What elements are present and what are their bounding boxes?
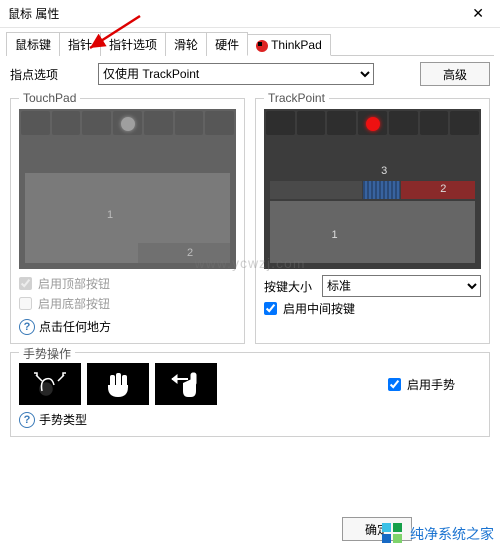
trackpoint-preview: 3 1 2 [264,109,481,269]
dialog-footer: 确定 取消 [0,517,500,541]
window-title: 鼠标 属性 [8,5,464,22]
pointing-option-label: 指点选项 [10,66,90,83]
touchpad-preview: 1 2 [19,109,236,269]
tab-wheel[interactable]: 滑轮 [165,32,207,56]
gesture-pinch-icon [19,363,81,405]
button-size-dropdown[interactable]: 标准 [322,275,481,297]
advanced-button[interactable]: 高级 [420,62,490,86]
pointing-option-dropdown[interactable]: 仅使用 TrackPoint [98,63,374,85]
enable-bottom-buttons-checkbox: 启用底部按钮 [19,295,236,312]
ok-button[interactable]: 确定 [342,517,412,541]
enable-top-buttons-checkbox: 启用顶部按钮 [19,275,236,292]
trackpoint-nub-disabled-icon [121,117,135,131]
tab-strip: 鼠标键 指针 指针选项 滑轮 硬件 ThinkPad [0,28,500,56]
close-icon[interactable]: ✕ [464,5,492,22]
touchpad-legend: TouchPad [19,91,80,105]
help-icon: ? [19,319,35,335]
enable-middle-button-checkbox[interactable]: 启用中间按键 [264,300,481,317]
gestures-group: 手势操作 启用手势 ? 手势类型 [10,352,490,437]
button-size-label: 按键大小 [264,278,312,295]
gesture-three-finger-icon [87,363,149,405]
gestures-legend: 手势操作 [19,345,75,362]
gesture-type-help-link[interactable]: ? 手势类型 [19,411,481,428]
trackpoint-group: TrackPoint 3 1 2 按键大小 标准 [255,98,490,344]
tab-thinkpad[interactable]: ThinkPad [247,34,331,56]
trackpoint-nub-icon [366,117,380,131]
title-bar: 鼠标 属性 ✕ [0,0,500,28]
trackpoint-legend: TrackPoint [264,91,329,105]
touchpad-help-link[interactable]: ? 点击任何地方 [19,318,236,335]
help-icon: ? [19,412,35,428]
gesture-edge-swipe-icon [155,363,217,405]
tab-hardware[interactable]: 硬件 [206,32,248,56]
pointing-option-row: 指点选项 仅使用 TrackPoint 高级 [10,62,490,86]
tab-pointer[interactable]: 指针 [59,32,101,56]
touchpad-group: TouchPad 1 2 启用顶部按钮 启用底部按钮 ? 点击任何地 [10,98,245,344]
thinkpad-icon [256,40,268,52]
tab-buttons[interactable]: 鼠标键 [6,32,60,56]
tab-pointer-options[interactable]: 指针选项 [100,32,166,56]
enable-gestures-checkbox[interactable]: 启用手势 [388,376,455,393]
